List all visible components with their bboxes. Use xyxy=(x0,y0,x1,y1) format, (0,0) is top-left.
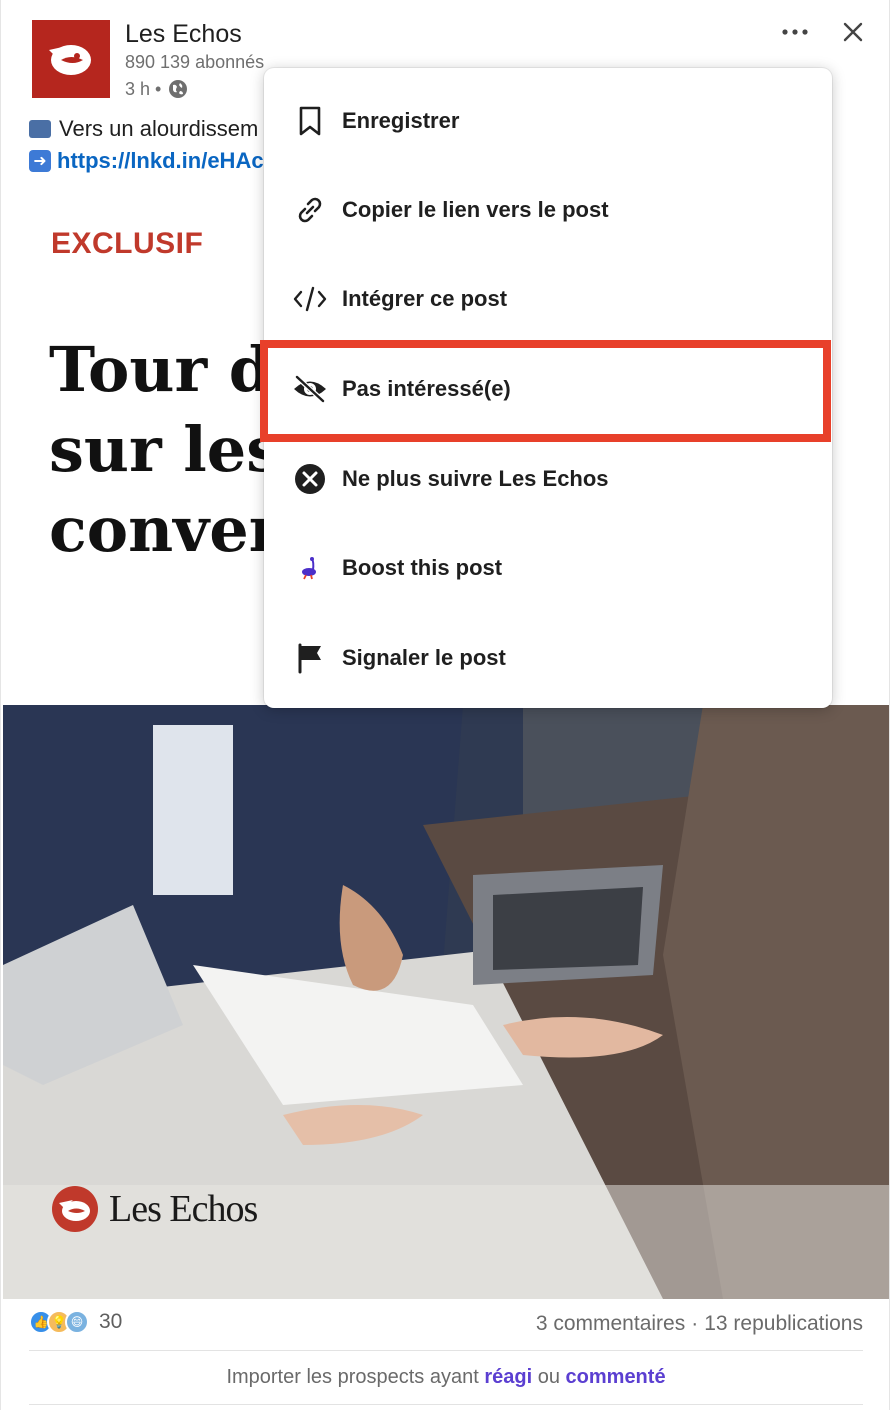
menu-item-unfollow[interactable]: Ne plus suivre Les Echos xyxy=(264,434,832,524)
post-timestamp: 3 h • xyxy=(125,78,189,100)
link-icon xyxy=(292,192,328,228)
globe-icon xyxy=(169,80,188,98)
import-or: ou xyxy=(537,1366,560,1388)
menu-item-label: Intégrer ce post xyxy=(342,286,508,311)
post-link[interactable]: https://lnkd.in/eHAc xyxy=(57,148,264,174)
reposts-count[interactable]: 13 republications xyxy=(704,1312,863,1336)
menu-item-report[interactable]: Signaler le post xyxy=(264,613,832,703)
ostrich-icon xyxy=(292,550,328,586)
reaction-count: 30 xyxy=(99,1310,123,1333)
photo-brand: Les Echos xyxy=(51,1185,258,1233)
follower-count: 890 139 abonnés xyxy=(125,52,265,72)
article-tag: EXCLUSIF xyxy=(51,227,204,260)
reaction-icons: 👍 💡 😄 xyxy=(29,1310,89,1334)
highlight-annotation xyxy=(260,340,831,442)
author-name[interactable]: Les Echos xyxy=(125,20,242,49)
time-label: 3 h • xyxy=(125,78,162,99)
hermes-logo-icon xyxy=(49,45,91,75)
import-commented-link[interactable]: commenté xyxy=(566,1366,666,1388)
photo-brand-name: Les Echos xyxy=(109,1188,258,1230)
company-logo[interactable] xyxy=(32,20,110,98)
stats-separator: · xyxy=(691,1312,699,1335)
menu-item-copy-link[interactable]: Copier le lien vers le post xyxy=(264,165,832,255)
arrow-right-emoji-icon: ➜ xyxy=(29,150,51,172)
code-icon xyxy=(292,281,328,317)
bottom-divider xyxy=(29,1404,863,1405)
footer-divider xyxy=(29,1350,863,1351)
menu-item-boost[interactable]: Boost this post xyxy=(264,523,832,613)
import-prospects-line: Importer les prospects ayant réagi ou co… xyxy=(1,1366,890,1389)
banknote-emoji-icon xyxy=(29,120,51,138)
post-text-line: Vers un alourdissem xyxy=(29,116,258,142)
ellipsis-icon xyxy=(782,29,808,35)
menu-item-label: Signaler le post xyxy=(342,645,506,670)
close-button[interactable] xyxy=(835,14,871,50)
menu-item-embed[interactable]: Intégrer ce post xyxy=(264,254,832,344)
flag-icon xyxy=(292,640,328,676)
more-options-button[interactable] xyxy=(777,14,813,50)
menu-item-label: Boost this post xyxy=(342,555,503,580)
import-prefix: Importer les prospects ayant xyxy=(226,1366,479,1388)
comments-count[interactable]: 3 commentaires xyxy=(536,1312,685,1336)
reactions-summary[interactable]: 👍 💡 😄 30 xyxy=(29,1310,122,1334)
post-link-line: ➜ https://lnkd.in/eHAc xyxy=(29,148,264,174)
article-photo[interactable]: Les Echos xyxy=(3,705,889,1299)
menu-item-label: Copier le lien vers le post xyxy=(342,197,609,222)
x-circle-icon xyxy=(292,461,328,497)
menu-item-label: Ne plus suivre Les Echos xyxy=(342,466,609,491)
funny-reaction-icon: 😄 xyxy=(65,1310,89,1334)
menu-item-save[interactable]: Enregistrer xyxy=(264,76,832,166)
bookmark-icon xyxy=(292,103,328,139)
menu-item-label: Enregistrer xyxy=(342,108,460,133)
engagement-stats: 3 commentaires · 13 republications xyxy=(536,1312,863,1336)
les-echos-logo-icon xyxy=(52,1186,98,1232)
import-reacted-link[interactable]: réagi xyxy=(484,1366,532,1388)
close-icon xyxy=(843,22,863,42)
post-text: Vers un alourdissem xyxy=(59,116,259,141)
